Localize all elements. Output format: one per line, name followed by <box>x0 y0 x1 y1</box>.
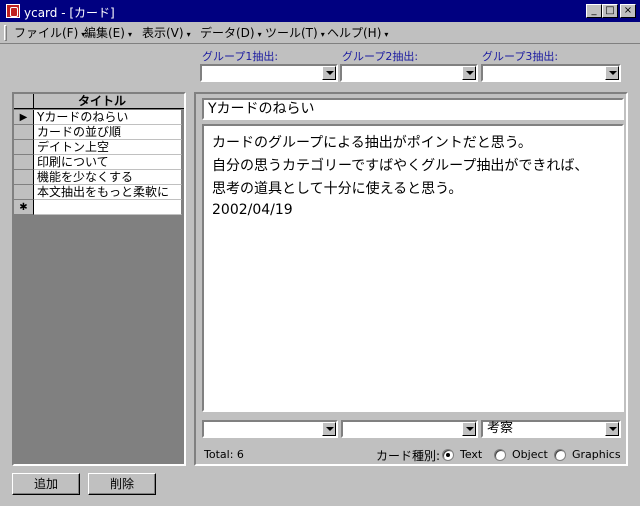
close-button[interactable]: × <box>620 4 636 18</box>
window-title-bar[interactable]: ycard - [カード] _ □ × <box>0 0 640 22</box>
list-header: タイトル <box>14 94 184 109</box>
group1-filter-label: グループ1抽出: <box>202 50 279 63</box>
app-icon[interactable] <box>6 4 20 18</box>
card-type-text-label[interactable]: Text <box>460 448 482 461</box>
chevron-down-icon[interactable] <box>605 66 619 80</box>
new-record-icon[interactable]: ✱ <box>14 200 34 215</box>
card-body-date: 2002/04/19 <box>212 202 293 218</box>
record-selector[interactable] <box>14 140 34 155</box>
card-list-panel: タイトル ▶ Yカードのねらい カードの並び順 デイトン上空 印刷について 機能… <box>12 92 186 466</box>
record-selector[interactable] <box>14 125 34 140</box>
list-item-title[interactable]: 本文抽出をもっと柔軟に <box>34 185 182 200</box>
card-group3-select[interactable]: 考察 <box>481 420 621 438</box>
card-type-graphics-label[interactable]: Graphics <box>572 448 621 461</box>
menu-data[interactable]: データ(D) ▾ <box>200 25 262 41</box>
card-body-field[interactable]: カードのグループによる抽出がポイントだと思う。 自分の思うカテゴリーですばやくグ… <box>202 124 624 412</box>
list-item-title[interactable]: Yカードのねらい <box>34 110 182 125</box>
list-item-title[interactable]: 機能を少なくする <box>34 170 182 185</box>
card-type-object-radio[interactable] <box>494 449 506 461</box>
menu-file[interactable]: ファイル(F) ▾ <box>14 25 85 41</box>
list-item-title[interactable]: カードの並び順 <box>34 125 182 140</box>
current-record-icon[interactable]: ▶ <box>14 110 34 125</box>
record-selector[interactable] <box>14 155 34 170</box>
header-selector-cell <box>14 94 34 109</box>
card-body-line: 自分の思うカテゴリーですばやくグループ抽出ができれば、 <box>212 158 589 174</box>
card-type-text-radio[interactable] <box>442 449 454 461</box>
add-button[interactable]: 追加 <box>12 473 80 495</box>
menu-bar: ファイル(F) ▾ 編集(E) ▾ 表示(V) ▾ データ(D) ▾ ツール(T) ▾ ヘ… <box>0 22 640 44</box>
list-item[interactable]: 本文抽出をもっと柔軟に <box>14 185 184 200</box>
chevron-down-icon[interactable] <box>462 422 476 436</box>
group3-filter-label: グループ3抽出: <box>482 50 559 63</box>
list-item[interactable]: 印刷について <box>14 155 184 170</box>
menubar-grip[interactable] <box>4 25 7 41</box>
minimize-button[interactable]: _ <box>586 4 602 18</box>
group2-filter-label: グループ2抽出: <box>342 50 419 63</box>
list-item[interactable]: ▶ Yカードのねらい <box>14 110 184 125</box>
list-item-title[interactable]: 印刷について <box>34 155 182 170</box>
record-selector[interactable] <box>14 170 34 185</box>
record-selector[interactable] <box>14 185 34 200</box>
group1-filter-select[interactable] <box>200 64 338 82</box>
card-type-label: カード種別: <box>376 449 441 463</box>
group3-filter-select[interactable] <box>481 64 621 82</box>
group2-filter-select[interactable] <box>340 64 478 82</box>
maximize-button[interactable]: □ <box>602 4 618 18</box>
list-item[interactable]: デイトン上空 <box>14 140 184 155</box>
menu-help[interactable]: ヘルプ(H) ▾ <box>327 25 388 41</box>
window-title: ycard - [カード] <box>24 6 115 20</box>
new-record-row[interactable]: ✱ <box>14 200 184 215</box>
card-detail-panel: Yカードのねらい カードのグループによる抽出がポイントだと思う。 自分の思うカテ… <box>194 92 628 466</box>
chevron-down-icon[interactable] <box>322 422 336 436</box>
card-body-line: 思考の道具として十分に使えると思う。 <box>212 181 463 197</box>
menu-tools[interactable]: ツール(T) ▾ <box>265 25 325 41</box>
card-body-line: カードのグループによる抽出がポイントだと思う。 <box>212 135 532 151</box>
new-record-cell[interactable] <box>34 200 182 215</box>
card-type-graphics-radio[interactable] <box>554 449 566 461</box>
card-group1-select[interactable] <box>202 420 338 438</box>
menu-view[interactable]: 表示(V) ▾ <box>142 25 191 41</box>
menu-edit[interactable]: 編集(E) ▾ <box>84 25 132 41</box>
card-type-object-label[interactable]: Object <box>512 448 548 461</box>
list-item-title[interactable]: デイトン上空 <box>34 140 182 155</box>
list-item[interactable]: 機能を少なくする <box>14 170 184 185</box>
delete-button[interactable]: 削除 <box>88 473 156 495</box>
total-count: Total: 6 <box>204 448 244 461</box>
card-group2-select[interactable] <box>341 420 478 438</box>
chevron-down-icon[interactable] <box>605 422 619 436</box>
chevron-down-icon[interactable] <box>462 66 476 80</box>
card-group3-value: 考察 <box>487 421 514 436</box>
chevron-down-icon[interactable] <box>322 66 336 80</box>
card-title-field[interactable]: Yカードのねらい <box>202 98 624 120</box>
list-item[interactable]: カードの並び順 <box>14 125 184 140</box>
list-header-title: タイトル <box>77 94 126 108</box>
